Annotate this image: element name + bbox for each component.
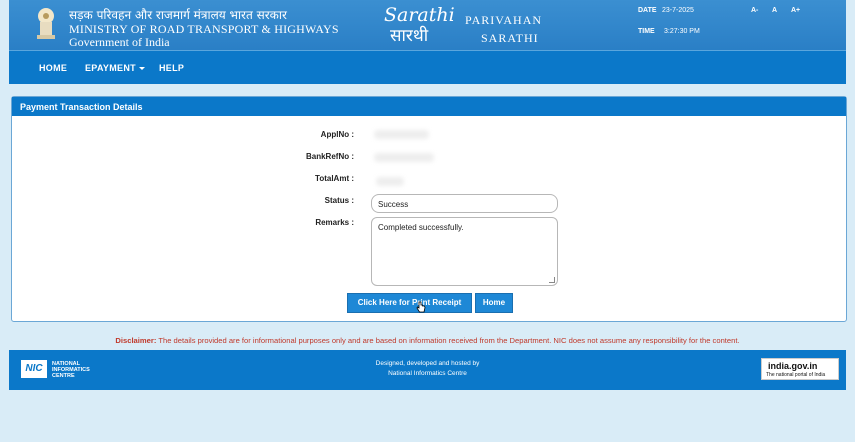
brand-parivahan: PARIVAHAN [465,13,543,27]
india-gov-main: india.gov.in [768,361,818,371]
payment-details-panel: Payment Transaction Details ApplNo : Ban… [11,96,847,322]
date-label: DATE [638,7,657,14]
disclaimer: Disclaimer: The details provided are for… [0,336,855,345]
chevron-down-icon [138,67,145,71]
site-header: सड़क परिवहन और राजमार्ग मंत्रालय भारत सर… [9,0,846,50]
nav-epayment-label: EPAYMENT [85,63,136,73]
india-gov-sub: The national portal of India [766,372,826,378]
total-amt-value-redacted [376,177,404,186]
appl-no-label: ApplNo : [320,130,354,139]
resize-handle-icon[interactable] [549,277,555,283]
home-button[interactable]: Home [475,293,513,313]
remarks-text: Completed successfully. [378,223,464,232]
ministry-hindi: सड़क परिवहन और राजमार्ग मंत्रालय भारत सर… [69,8,287,22]
designed-line-2: National Informatics Centre [388,370,467,377]
remarks-label: Remarks : [315,218,354,227]
date-value: 23-7-2025 [662,7,694,14]
designed-line-1: Designed, developed and hosted by [375,360,480,367]
time-value: 3:27:30 PM [664,28,700,35]
appl-no-value-redacted [374,130,429,139]
disclaimer-text: The details provided are for information… [158,336,740,345]
font-normal-button[interactable]: A [772,7,777,14]
status-label: Status : [324,196,354,205]
brand-sarathi: SARATHI [481,31,539,45]
national-emblem-icon [37,8,55,39]
nav-epayment[interactable]: EPAYMENT [85,63,145,73]
designed-by: Designed, developed and hosted by Nation… [9,359,846,379]
government-label: Government of India [69,35,170,49]
disclaimer-label: Disclaimer: [115,336,157,345]
india-gov-logo[interactable]: india.gov.in The national portal of Indi… [761,358,839,380]
time-label: TIME [638,28,655,35]
status-field[interactable]: Success [371,194,558,213]
hand-cursor-icon [416,301,426,313]
font-increase-button[interactable]: A+ [791,7,800,14]
sarathi-logo-hindi: सारथी [390,26,429,46]
nav-home[interactable]: HOME [39,63,67,73]
bank-ref-no-label: BankRefNo : [305,152,354,161]
print-receipt-button[interactable]: Click Here for Print Receipt [347,293,472,313]
nav-help[interactable]: HELP [159,63,184,73]
site-footer: NIC NATIONAL INFORMATICS CENTRE Designed… [9,350,846,390]
panel-title: Payment Transaction Details [12,97,846,116]
total-amt-label: TotalAmt : [315,174,354,183]
remarks-textarea[interactable]: Completed successfully. [371,217,558,286]
main-navbar: HOME EPAYMENT HELP [9,50,846,84]
font-decrease-button[interactable]: A- [751,7,758,14]
bank-ref-no-value-redacted [374,153,434,162]
sarathi-logo: Sarathi सारथी [384,4,464,46]
